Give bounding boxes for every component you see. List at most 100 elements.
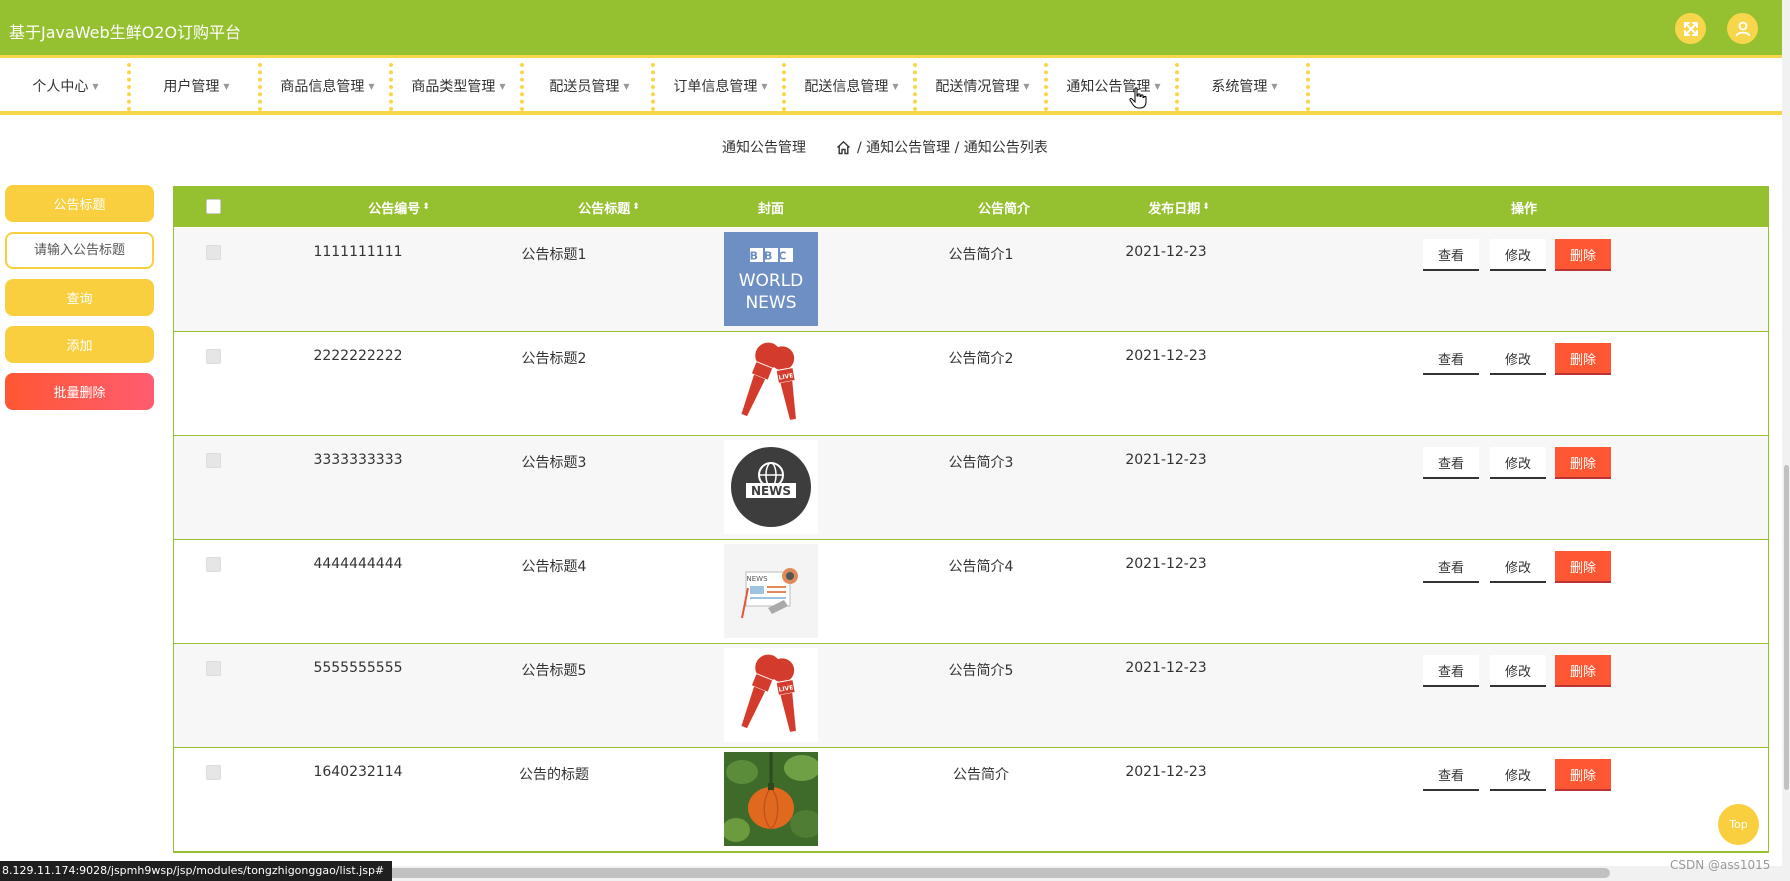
notice-date: 2021-12-23 — [1125, 244, 1207, 260]
batch-delete-button[interactable]: 批量删除 — [5, 373, 154, 410]
edit-button[interactable]: 修改 — [1490, 759, 1546, 791]
horizontal-scrollbar-thumb[interactable] — [380, 868, 1610, 878]
nav-item-order-info[interactable]: 订单信息管理 ▼ — [655, 61, 786, 111]
chevron-down-icon: ▼ — [892, 81, 899, 91]
query-button[interactable]: 查询 — [5, 279, 154, 316]
notice-intro: 公告简介3 — [948, 455, 1014, 471]
table-row: 3333333333 公告标题3 NEWS 公告简介3 2021-12-23 查… — [174, 436, 1768, 540]
nav-item-delivery-status[interactable]: 配送情况管理 ▼ — [917, 61, 1048, 111]
notice-date: 2021-12-23 — [1125, 556, 1207, 572]
nav-item-system[interactable]: 系统管理 ▼ — [1179, 61, 1310, 111]
edit-button[interactable]: 修改 — [1490, 343, 1546, 375]
nav-label: 用户管理 — [163, 79, 220, 95]
nav-label: 商品类型管理 — [411, 79, 496, 95]
notice-intro: 公告简介2 — [948, 351, 1014, 367]
view-button[interactable]: 查看 — [1423, 239, 1479, 271]
view-button[interactable]: 查看 — [1423, 551, 1479, 583]
select-all-checkbox[interactable] — [206, 199, 221, 214]
breadcrumb-trail[interactable]: / 通知公告管理 / 通知公告列表 — [857, 137, 1048, 157]
news-globe-image: NEWS — [724, 440, 818, 534]
view-button[interactable]: 查看 — [1423, 655, 1479, 687]
top-header: 基于JavaWeb生鲜O2O订购平台 — [0, 0, 1782, 58]
back-to-top-button[interactable]: Top — [1718, 804, 1759, 845]
edit-button[interactable]: 修改 — [1490, 239, 1546, 271]
nav-item-notice[interactable]: 通知公告管理 ▼ — [1048, 61, 1179, 111]
nav-label: 商品信息管理 — [280, 79, 365, 95]
row-checkbox[interactable] — [206, 765, 221, 780]
nav-item-product-info[interactable]: 商品信息管理 ▼ — [262, 61, 393, 111]
notice-title: 公告标题2 — [521, 351, 587, 367]
vertical-scrollbar-thumb[interactable] — [1784, 465, 1789, 790]
col-header-intro: 公告简介 — [977, 201, 1030, 217]
cover-text-news: NEWS — [751, 484, 791, 498]
col-header-title-label: 公告标题 — [578, 201, 631, 217]
edit-button[interactable]: 修改 — [1490, 447, 1546, 479]
fullscreen-button[interactable] — [1675, 13, 1706, 44]
row-checkbox[interactable] — [206, 661, 221, 676]
nav-item-personal-center[interactable]: 个人中心 ▼ — [0, 61, 131, 111]
table-row: 1111111111 公告标题1 BBC WORLD NEWS 公告简介1 20… — [174, 228, 1768, 332]
fullscreen-icon — [1683, 21, 1698, 36]
view-button[interactable]: 查看 — [1423, 343, 1479, 375]
home-icon[interactable] — [836, 140, 851, 155]
edit-button[interactable]: 修改 — [1490, 551, 1546, 583]
chevron-down-icon: ▼ — [368, 81, 375, 91]
status-bar-url: 8.129.11.174:9028/jspmh9wsp/jsp/modules/… — [0, 861, 393, 881]
chevron-down-icon: ▼ — [92, 81, 99, 91]
view-button[interactable]: 查看 — [1423, 447, 1479, 479]
notice-id: 2222222222 — [313, 348, 403, 364]
notice-intro: 公告简介 — [953, 767, 1009, 783]
news-paper-image: NEWS — [724, 544, 818, 638]
delete-button[interactable]: 删除 — [1555, 447, 1611, 479]
search-title-label: 公告标题 — [5, 185, 154, 222]
chevron-down-icon: ▼ — [623, 81, 630, 91]
notice-date: 2021-12-23 — [1125, 764, 1207, 780]
delete-button[interactable]: 删除 — [1555, 655, 1611, 687]
col-header-id-label: 公告编号 — [368, 201, 421, 217]
cover-text-world: WORLD — [739, 271, 804, 291]
delete-button[interactable]: 删除 — [1555, 343, 1611, 375]
col-header-title[interactable]: 公告标题 ⬍ — [509, 187, 709, 227]
chevron-down-icon: ▼ — [1023, 81, 1030, 91]
watermark: CSDN @ass1015 — [1670, 858, 1771, 872]
col-header-id[interactable]: 公告编号 ⬍ — [304, 187, 494, 227]
notice-date: 2021-12-23 — [1125, 452, 1207, 468]
notice-title: 公告标题3 — [521, 455, 587, 471]
chevron-down-icon: ▼ — [223, 81, 230, 91]
cover-text-bbc: BBC — [750, 250, 793, 263]
row-checkbox[interactable] — [206, 557, 221, 572]
notice-title: 公告标题4 — [521, 559, 587, 575]
app-title: 基于JavaWeb生鲜O2O订购平台 — [9, 23, 242, 42]
row-checkbox[interactable] — [206, 453, 221, 468]
add-button[interactable]: 添加 — [5, 326, 154, 363]
col-header-date[interactable]: 发布日期 ⬍ — [1099, 187, 1259, 227]
notice-table: 公告编号 ⬍ 公告标题 ⬍ 封面 公告简介 发布日期 ⬍ 操作 1111111111 … — [173, 186, 1769, 853]
nav-item-user-management[interactable]: 用户管理 ▼ — [131, 61, 262, 111]
delete-button[interactable]: 删除 — [1555, 759, 1611, 791]
chevron-down-icon: ▼ — [1271, 81, 1278, 91]
notice-id: 1640232114 — [313, 764, 403, 780]
notice-id: 1111111111 — [313, 244, 403, 260]
chevron-down-icon: ▼ — [761, 81, 768, 91]
user-icon — [1735, 21, 1750, 36]
notice-title: 公告标题5 — [521, 663, 587, 679]
notice-intro: 公告简介4 — [948, 559, 1014, 575]
view-button[interactable]: 查看 — [1423, 759, 1479, 791]
nav-item-delivery-info[interactable]: 配送信息管理 ▼ — [786, 61, 917, 111]
row-checkbox[interactable] — [206, 349, 221, 364]
user-button[interactable] — [1727, 13, 1758, 44]
notice-date: 2021-12-23 — [1125, 660, 1207, 676]
nav-label: 配送员管理 — [549, 79, 620, 95]
row-checkbox[interactable] — [206, 245, 221, 260]
nav-item-product-type[interactable]: 商品类型管理 ▼ — [393, 61, 524, 111]
edit-button[interactable]: 修改 — [1490, 655, 1546, 687]
notice-intro: 公告简介5 — [948, 663, 1014, 679]
nav-label: 配送信息管理 — [804, 79, 889, 95]
search-title-input[interactable] — [5, 232, 154, 269]
delete-button[interactable]: 删除 — [1555, 239, 1611, 271]
nav-item-courier[interactable]: 配送员管理 ▼ — [524, 61, 655, 111]
hand-cursor-icon — [1129, 87, 1147, 109]
delete-button[interactable]: 删除 — [1555, 551, 1611, 583]
nav-divider — [1306, 63, 1310, 111]
notice-id: 4444444444 — [313, 556, 403, 572]
